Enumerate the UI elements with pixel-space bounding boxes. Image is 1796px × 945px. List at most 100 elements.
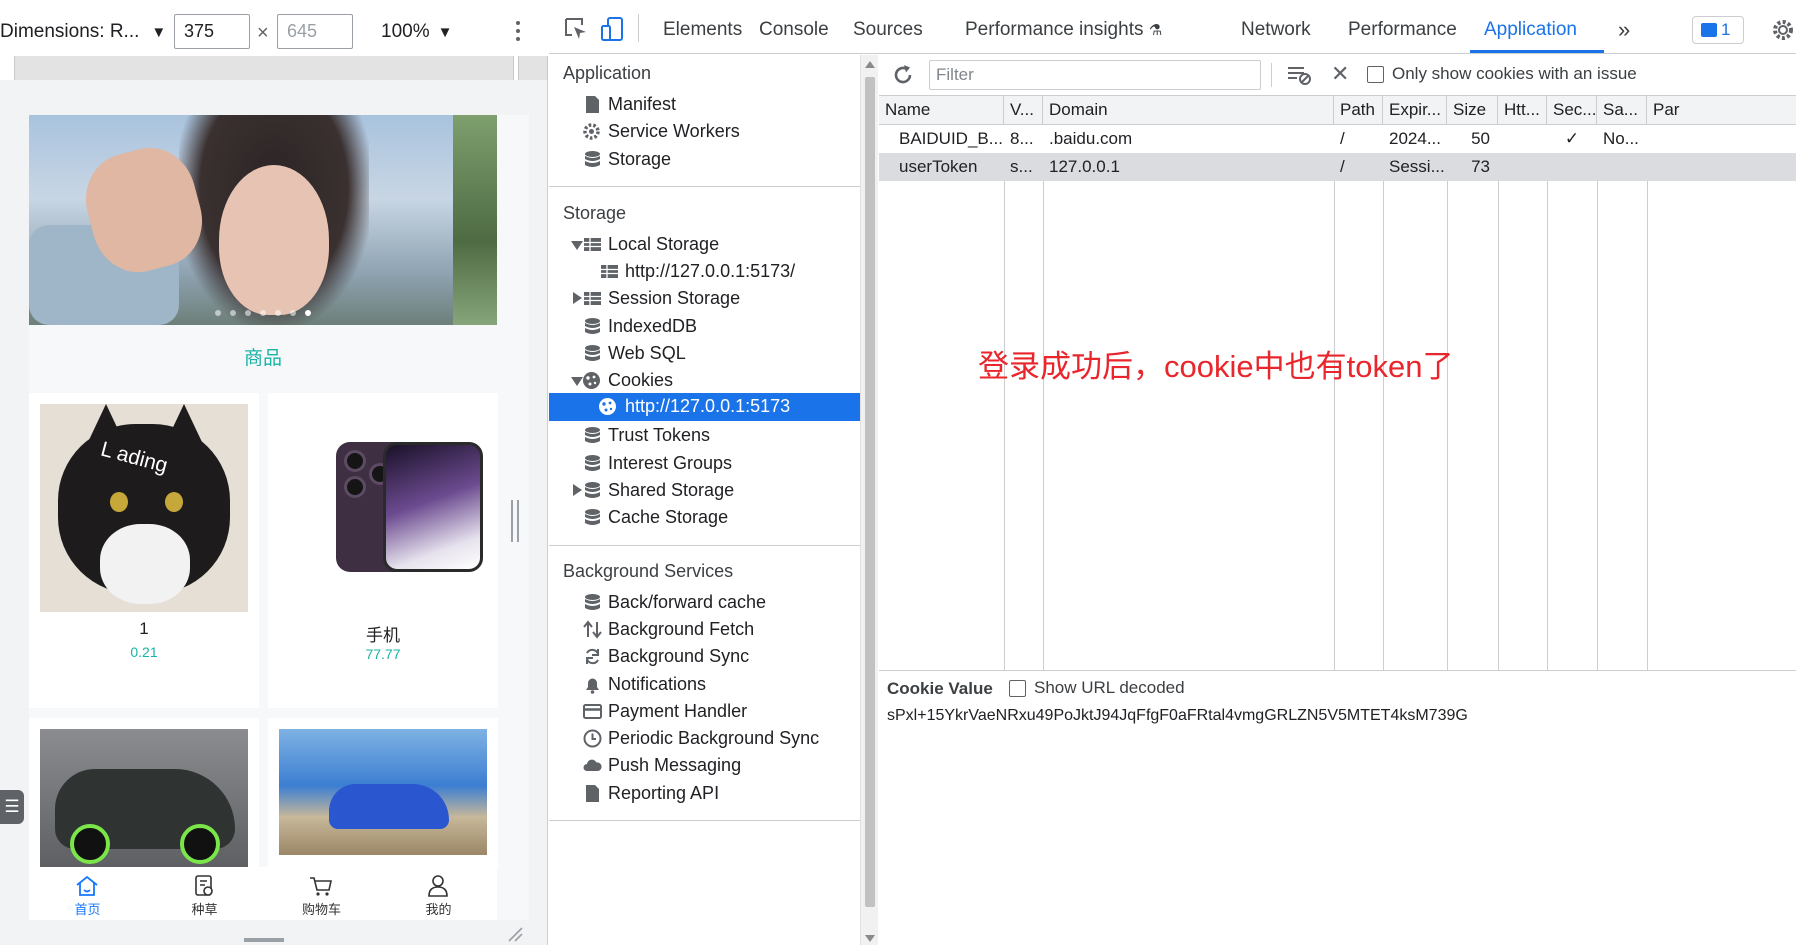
expand-arrow-icon[interactable] bbox=[573, 292, 582, 304]
column-header-value[interactable]: V... bbox=[1004, 96, 1043, 125]
sidebar-item-manifest[interactable]: Manifest bbox=[549, 90, 860, 120]
banner-carousel[interactable] bbox=[29, 115, 497, 325]
resize-handle-bottom[interactable] bbox=[244, 938, 284, 942]
height-input[interactable]: 645 bbox=[277, 14, 353, 49]
product-card[interactable]: L ading 1 0.21 bbox=[29, 393, 259, 708]
carousel-dot-active[interactable] bbox=[305, 310, 311, 316]
table-row[interactable]: BAIDUID_B... 8... .baidu.com / 2024... 5… bbox=[879, 125, 1796, 153]
resize-handle-right[interactable] bbox=[511, 500, 519, 542]
sidebar-scrollbar[interactable] bbox=[860, 55, 878, 945]
cell-secure: ✓ bbox=[1564, 129, 1580, 148]
gear-icon[interactable] bbox=[1771, 18, 1795, 42]
sidebar-item-label: Back/forward cache bbox=[608, 592, 767, 612]
issues-button[interactable]: 1 bbox=[1692, 16, 1744, 44]
tab-sources[interactable]: Sources bbox=[853, 19, 923, 41]
message-icon bbox=[1701, 23, 1717, 37]
sidebar-item-bfcache[interactable]: Back/forward cache bbox=[549, 588, 860, 618]
tab-network[interactable]: Network bbox=[1241, 19, 1311, 41]
tab-cart[interactable]: 购物车 bbox=[263, 867, 380, 920]
column-header-domain[interactable]: Domain bbox=[1043, 96, 1334, 125]
sidebar-item-storage[interactable]: Storage bbox=[549, 145, 860, 175]
sidebar-item-cookies-origin[interactable]: http://127.0.0.1:5173 bbox=[549, 393, 860, 421]
clear-filtered-cookies-icon[interactable] bbox=[1286, 64, 1312, 86]
home-icon bbox=[76, 875, 98, 896]
show-url-decoded-checkbox[interactable] bbox=[1009, 680, 1026, 697]
column-header-secure[interactable]: Sec... bbox=[1547, 96, 1597, 125]
product-name: 1 bbox=[139, 619, 149, 638]
sidebar-item-label: IndexedDB bbox=[608, 316, 698, 336]
product-card[interactable]: 手机 77.77 bbox=[268, 393, 498, 708]
menu-icon[interactable]: ☰ bbox=[0, 790, 24, 824]
column-header-path[interactable]: Path bbox=[1334, 96, 1383, 125]
more-tabs-icon[interactable]: » bbox=[1618, 17, 1630, 43]
more-options-icon[interactable] bbox=[512, 18, 524, 48]
sidebar-item-local-storage-origin[interactable]: http://127.0.0.1:5173/ bbox=[549, 257, 860, 287]
product-card[interactable] bbox=[29, 718, 259, 879]
scroll-up-icon[interactable] bbox=[865, 61, 875, 68]
refresh-icon[interactable] bbox=[891, 63, 915, 87]
clear-all-icon[interactable]: ✕ bbox=[1331, 61, 1349, 87]
cell-path: / bbox=[1340, 157, 1345, 176]
tab-performance[interactable]: Performance bbox=[1348, 19, 1457, 41]
carousel-dot[interactable] bbox=[260, 310, 266, 316]
database-icon bbox=[585, 318, 600, 334]
ruler-bar[interactable] bbox=[14, 56, 514, 80]
tab-mine[interactable]: 我的 bbox=[380, 867, 497, 920]
column-header-samesite[interactable]: Sa... bbox=[1597, 96, 1647, 125]
carousel-dot[interactable] bbox=[215, 310, 221, 316]
column-header-expires[interactable]: Expir... bbox=[1383, 96, 1447, 125]
media-query-ruler bbox=[0, 56, 548, 80]
sidebar-item-background-fetch[interactable]: Background Fetch bbox=[549, 615, 860, 645]
carousel-dot[interactable] bbox=[275, 310, 281, 316]
tab-notes[interactable]: 种草 bbox=[146, 867, 263, 920]
sidebar-item-reporting-api[interactable]: Reporting API bbox=[549, 779, 860, 809]
sidebar-item-indexeddb[interactable]: IndexedDB bbox=[549, 312, 860, 342]
table-row-selected[interactable]: userToken s... 127.0.0.1 / Sessi... 73 bbox=[879, 153, 1796, 181]
sidebar-item-background-sync[interactable]: Background Sync bbox=[549, 642, 860, 672]
sidebar-item-cache-storage[interactable]: Cache Storage bbox=[549, 503, 860, 533]
device-toolbar-icon[interactable] bbox=[600, 16, 626, 42]
sidebar-item-web-sql[interactable]: Web SQL bbox=[549, 339, 860, 369]
filter-input[interactable]: Filter bbox=[929, 60, 1261, 90]
sidebar-item-periodic-background-sync[interactable]: Periodic Background Sync bbox=[549, 724, 860, 754]
sidebar-item-push-messaging[interactable]: Push Messaging bbox=[549, 751, 860, 781]
column-header-size[interactable]: Size bbox=[1447, 96, 1498, 125]
inspect-element-icon[interactable] bbox=[563, 16, 589, 42]
expand-arrow-icon[interactable] bbox=[571, 241, 583, 250]
dimensions-label: Dimensions: R... bbox=[0, 21, 140, 42]
cart-icon bbox=[310, 877, 332, 896]
sidebar-item-local-storage[interactable]: Local Storage bbox=[549, 230, 860, 260]
sidebar-item-payment-handler[interactable]: Payment Handler bbox=[549, 697, 860, 727]
ruler-bar-right[interactable] bbox=[518, 56, 548, 80]
sidebar-item-notifications[interactable]: Notifications bbox=[549, 670, 860, 700]
expand-arrow-icon[interactable] bbox=[573, 484, 582, 496]
cookie-value-text[interactable]: sPxl+15YkrVaeNRxu49PoJktJ94JqFfgF0aFRtal… bbox=[887, 707, 1468, 725]
sidebar-item-session-storage[interactable]: Session Storage bbox=[549, 284, 860, 314]
carousel-dot[interactable] bbox=[245, 310, 251, 316]
tab-performance-insights[interactable]: Performance insights ⚗ bbox=[965, 19, 1162, 41]
zoom-dropdown[interactable]: 100% ▼ bbox=[381, 21, 452, 43]
product-card[interactable] bbox=[268, 718, 498, 868]
sidebar-item-shared-storage[interactable]: Shared Storage bbox=[549, 476, 860, 506]
tab-home[interactable]: 首页 bbox=[29, 867, 146, 920]
sidebar-item-trust-tokens[interactable]: Trust Tokens bbox=[549, 421, 860, 451]
tab-elements[interactable]: Elements bbox=[663, 19, 742, 41]
banner-photo bbox=[29, 115, 453, 325]
carousel-dot[interactable] bbox=[230, 310, 236, 316]
scroll-down-icon[interactable] bbox=[865, 935, 875, 942]
resize-corner-icon[interactable] bbox=[505, 926, 523, 942]
tab-application[interactable]: Application bbox=[1484, 19, 1577, 41]
width-input[interactable]: 375 bbox=[174, 14, 250, 49]
column-header-httponly[interactable]: Htt... bbox=[1498, 96, 1547, 125]
cell-expires: Sessi... bbox=[1389, 157, 1445, 176]
scrollbar-thumb[interactable] bbox=[865, 77, 875, 907]
column-header-name[interactable]: Name bbox=[879, 96, 1004, 125]
carousel-dot[interactable] bbox=[290, 310, 296, 316]
only-issues-checkbox[interactable] bbox=[1367, 66, 1384, 83]
column-header-partition[interactable]: Par bbox=[1647, 96, 1796, 125]
sidebar-item-cookies[interactable]: Cookies bbox=[549, 366, 860, 396]
dimensions-dropdown[interactable]: Dimensions: R... ▼ bbox=[0, 21, 166, 43]
sidebar-item-service-workers[interactable]: Service Workers bbox=[549, 117, 860, 147]
tab-console[interactable]: Console bbox=[759, 19, 829, 41]
sidebar-item-interest-groups[interactable]: Interest Groups bbox=[549, 449, 860, 479]
